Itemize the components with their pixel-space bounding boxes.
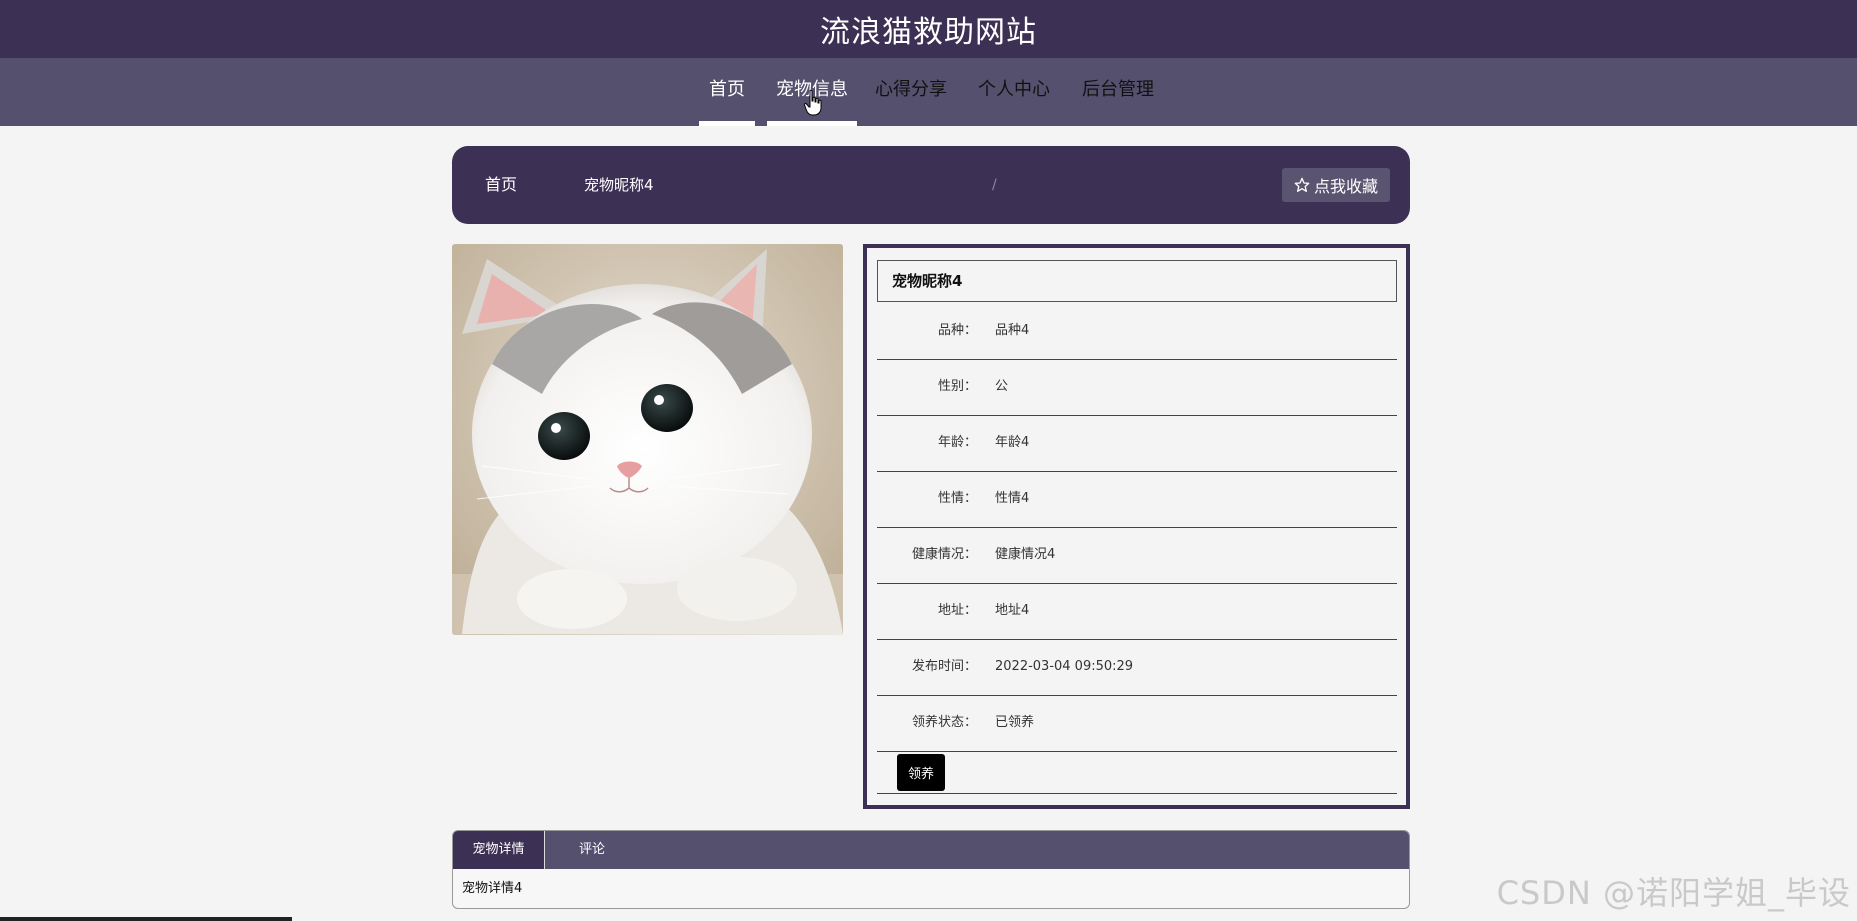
pet-detail-card: 宠物昵称4 品种： 品种4 性别： 公 年龄： 年龄4 性情： 性情4 健康情况… (863, 244, 1410, 809)
nav-label: 心得分享 (875, 79, 947, 100)
breadcrumb-bar: 首页 / 宠物昵称4 点我收藏 (452, 146, 1410, 224)
main-nav: 首页 宠物信息 心得分享 个人中心 后台管理 (0, 58, 1857, 126)
field-value: 性情4 (995, 491, 1030, 506)
watermark: CSDN @诺阳学姐_毕设 (1496, 874, 1851, 912)
star-icon (1294, 177, 1310, 192)
tab-content: 宠物详情4 (462, 881, 523, 896)
field-label: 领养状态： (911, 715, 977, 730)
nav-underline (767, 121, 857, 126)
field-label: 性别： (937, 379, 977, 394)
detail-row-breed: 品种： 品种4 (877, 304, 1397, 360)
field-label: 年龄： (937, 435, 977, 450)
nav-underline (699, 121, 755, 126)
field-value: 健康情况4 (995, 547, 1056, 562)
pet-name: 宠物昵称4 (877, 260, 1397, 302)
field-label: 发布时间： (911, 659, 977, 674)
field-value: 已领养 (995, 715, 1035, 730)
pet-photo (452, 244, 843, 635)
detail-row-publish-time: 发布时间： 2022-03-04 09:50:29 (877, 640, 1397, 696)
nav-item-personal-center[interactable]: 个人中心 (975, 58, 1053, 126)
scroll-indicator (0, 917, 292, 921)
site-header: 流浪猫救助网站 (0, 0, 1857, 58)
tab-comments[interactable]: 评论 (545, 831, 639, 869)
nav-item-home[interactable]: 首页 (699, 58, 755, 126)
adopt-button[interactable]: 领养 (897, 754, 945, 791)
field-label: 地址： (937, 603, 977, 618)
field-label: 品种： (937, 323, 977, 338)
field-label: 健康情况： (911, 547, 977, 562)
field-value: 年龄4 (995, 435, 1030, 450)
breadcrumb-home[interactable]: 首页 (485, 146, 517, 224)
field-value: 地址4 (995, 603, 1030, 618)
tabs-header: 宠物详情 评论 (453, 831, 1409, 869)
favorite-label: 点我收藏 (1313, 177, 1378, 196)
tab-pet-details[interactable]: 宠物详情 (453, 831, 545, 869)
detail-row-address: 地址： 地址4 (877, 584, 1397, 640)
detail-row-health: 健康情况： 健康情况4 (877, 528, 1397, 584)
cat-image (452, 244, 843, 635)
nav-item-admin[interactable]: 后台管理 (1078, 58, 1158, 126)
site-title: 流浪猫救助网站 (820, 15, 1037, 50)
detail-row-temperament: 性情： 性情4 (877, 472, 1397, 528)
nav-label: 后台管理 (1082, 79, 1154, 100)
hand-cursor-icon (804, 90, 822, 116)
nav-label: 首页 (709, 79, 745, 100)
detail-row-gender: 性别： 公 (877, 360, 1397, 416)
nav-item-experience[interactable]: 心得分享 (872, 58, 950, 126)
field-value: 品种4 (995, 323, 1030, 338)
field-value: 公 (995, 379, 1009, 394)
detail-row-age: 年龄： 年龄4 (877, 416, 1397, 472)
field-value: 2022-03-04 09:50:29 (995, 659, 1134, 674)
adopt-row: 领养 (877, 744, 1397, 794)
nav-label: 个人中心 (978, 79, 1050, 100)
favorite-button[interactable]: 点我收藏 (1281, 168, 1390, 202)
detail-tabs: 宠物详情 评论 宠物详情4 (452, 830, 1410, 909)
breadcrumb-separator: / (992, 177, 997, 193)
field-label: 性情： (937, 491, 977, 506)
breadcrumb-current: 宠物昵称4 (584, 176, 654, 194)
